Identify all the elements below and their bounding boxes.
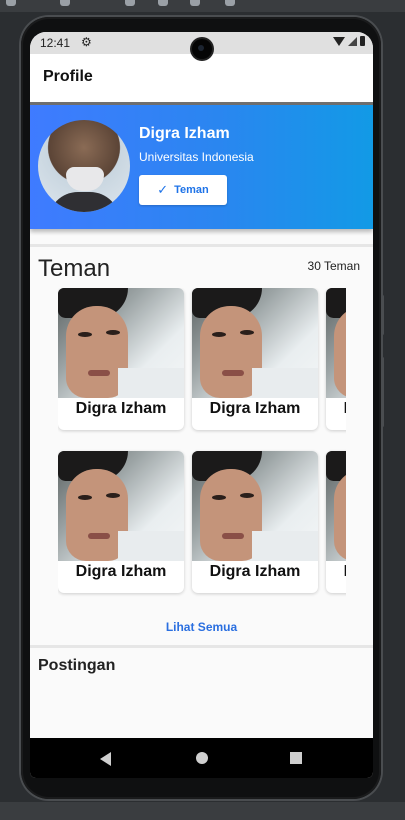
friend-photo [58, 288, 184, 398]
friend-name: Digra Izham [209, 400, 301, 417]
friends-count: 30 Teman [307, 259, 360, 273]
friend-card[interactable]: Digra Izham [58, 451, 184, 593]
avatar-mask-detail [66, 167, 104, 191]
gear-icon: ⚙ [81, 35, 92, 49]
phone-screen: 12:41 ⚙ Profile Digra Izham Universitas … [30, 32, 373, 778]
system-nav-bar [30, 738, 373, 778]
friends-title: Teman [38, 255, 111, 282]
system-icons [333, 36, 365, 46]
friend-card[interactable]: Digra Izham [326, 451, 346, 593]
profile-university: Universitas Indonesia [139, 150, 254, 164]
friend-card[interactable]: Digra Izham [58, 288, 184, 430]
host-toolbar-icon[interactable] [6, 0, 16, 6]
friend-name: Digra Izham [75, 400, 167, 417]
host-toolbar-icon[interactable] [225, 0, 235, 6]
friend-photo [326, 451, 346, 561]
front-camera [192, 39, 212, 59]
host-toolbar-icon[interactable] [158, 0, 168, 6]
section-divider [30, 244, 373, 247]
friend-photo [58, 451, 184, 561]
friend-card[interactable]: Digra Izham [326, 288, 346, 430]
app-bar: Profile [30, 54, 373, 105]
friend-card[interactable]: Digra Izham [192, 451, 318, 593]
battery-icon [360, 36, 365, 46]
friend-card[interactable]: Digra Izham [192, 288, 318, 430]
posts-title: Postingan [38, 657, 116, 674]
avatar[interactable] [38, 120, 130, 212]
page-title: Profile [43, 68, 93, 85]
friend-photo [192, 451, 318, 561]
friend-name: Digra Izham [326, 563, 346, 581]
profile-header: Digra Izham Universitas Indonesia ✓ Tema… [30, 105, 373, 229]
check-icon: ✓ [157, 182, 169, 197]
wifi-icon [333, 36, 345, 46]
host-toolbar [0, 0, 405, 12]
host-status-strip [0, 802, 405, 820]
avatar-shirt-detail [48, 192, 120, 212]
power-button[interactable] [381, 295, 384, 335]
host-toolbar-icon[interactable] [60, 0, 70, 6]
home-icon[interactable] [196, 752, 208, 764]
profile-name: Digra Izham [139, 125, 230, 142]
volume-button[interactable] [381, 357, 384, 427]
host-toolbar-icon[interactable] [190, 0, 200, 6]
friend-name: Digra Izham [209, 563, 301, 580]
host-toolbar-icon[interactable] [125, 0, 135, 6]
back-icon[interactable] [100, 752, 111, 766]
friend-status-label: Teman [174, 184, 209, 196]
friends-grid[interactable]: Digra Izham Digra Izham Digra Izham Digr… [58, 288, 346, 608]
friend-status-button[interactable]: ✓ Teman [139, 175, 227, 205]
friend-photo [192, 288, 318, 398]
friend-name: Digra Izham [326, 400, 346, 418]
section-divider [30, 645, 373, 648]
signal-icon [348, 36, 357, 46]
see-all-link[interactable]: Lihat Semua [30, 620, 373, 634]
status-time: 12:41 [40, 36, 71, 50]
recent-apps-icon[interactable] [290, 752, 302, 764]
friend-name: Digra Izham [75, 563, 167, 580]
friend-photo [326, 288, 346, 398]
